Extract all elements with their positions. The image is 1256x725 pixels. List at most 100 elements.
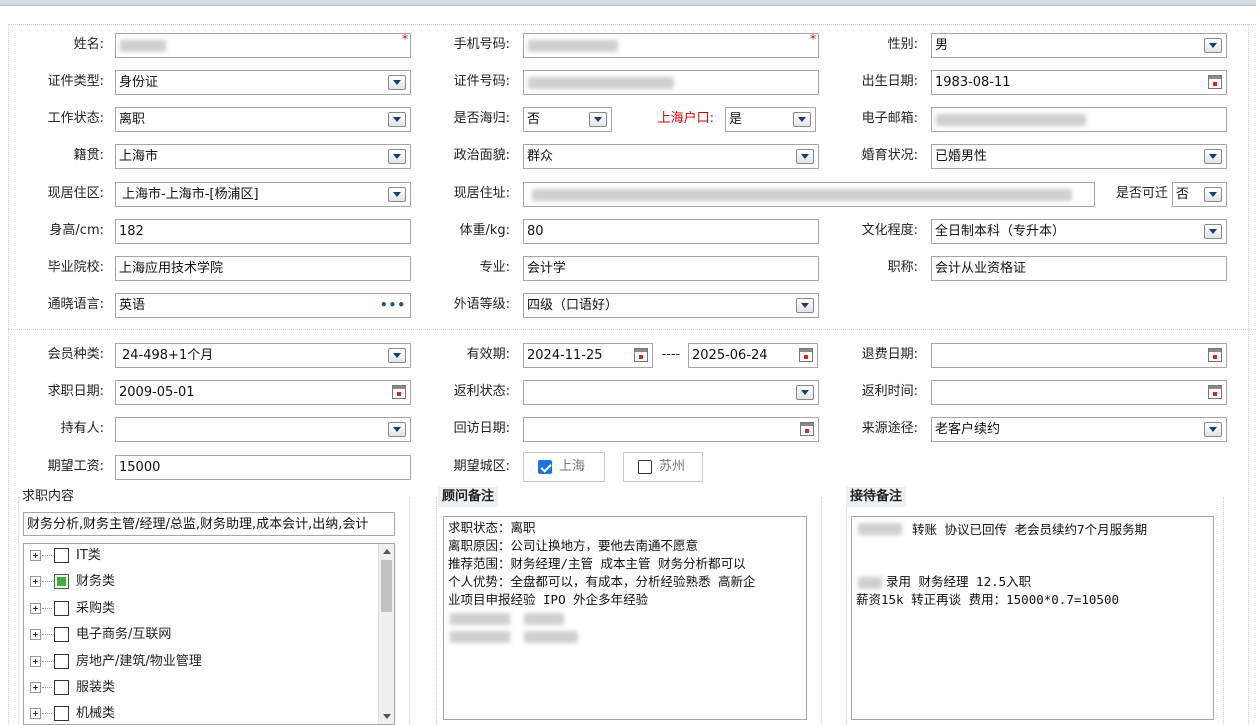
tree-expand-icon[interactable] bbox=[30, 656, 41, 667]
tree-item[interactable]: 财务类 bbox=[24, 570, 374, 596]
political-label: 政治面貌: bbox=[453, 148, 510, 163]
tree-checkbox[interactable] bbox=[54, 627, 69, 642]
tree-checkbox[interactable] bbox=[54, 706, 69, 721]
tree-expand-icon[interactable] bbox=[30, 629, 41, 640]
tree-scrollbar[interactable] bbox=[378, 544, 394, 724]
tree-checkbox[interactable] bbox=[54, 680, 69, 695]
tree-item[interactable]: 电子商务/互联网 bbox=[24, 623, 374, 649]
note-line: 转账 协议已回传 老会员续约7个月服务期 bbox=[856, 519, 1209, 545]
dropdown-arrow-icon[interactable] bbox=[589, 112, 607, 127]
rebate-status-select[interactable] bbox=[523, 380, 819, 405]
relocate-select[interactable]: 否 bbox=[1172, 182, 1227, 207]
tree-item[interactable]: 服装类 bbox=[24, 676, 374, 702]
political-select[interactable]: 群众 bbox=[523, 144, 819, 169]
consultant-notes-title: 顾问备注 bbox=[438, 487, 499, 507]
calendar-icon[interactable] bbox=[1208, 348, 1222, 362]
dropdown-arrow-icon[interactable] bbox=[1204, 149, 1222, 164]
dropdown-arrow-icon[interactable] bbox=[1204, 187, 1222, 202]
mobile-field[interactable]: * bbox=[523, 33, 819, 58]
idno-field[interactable] bbox=[523, 70, 819, 95]
tree-checkbox[interactable] bbox=[54, 601, 69, 616]
major-field[interactable]: 会计学 bbox=[523, 256, 819, 281]
tree-expand-icon[interactable] bbox=[30, 603, 41, 614]
dropdown-arrow-icon[interactable] bbox=[388, 75, 406, 90]
calendar-icon[interactable] bbox=[799, 348, 813, 362]
calendar-icon[interactable] bbox=[800, 422, 814, 436]
workstatus-select[interactable]: 离职 bbox=[115, 107, 411, 132]
height-field[interactable]: 182 bbox=[115, 219, 411, 244]
tree-expand-icon[interactable] bbox=[30, 576, 41, 587]
tree-item[interactable]: 房地产/建筑/物业管理 bbox=[24, 650, 374, 676]
shhukou-select[interactable]: 是 bbox=[725, 107, 816, 132]
tree-item[interactable]: 机械类 bbox=[24, 702, 374, 724]
dropdown-arrow-icon[interactable] bbox=[1204, 224, 1222, 239]
dropdown-arrow-icon[interactable] bbox=[388, 112, 406, 127]
dropdown-arrow-icon[interactable] bbox=[1204, 38, 1222, 53]
dropdown-arrow-icon[interactable] bbox=[1204, 422, 1222, 437]
checkbox-icon[interactable] bbox=[638, 460, 652, 474]
city-option-suzhou[interactable]: 苏州 bbox=[623, 452, 703, 482]
workstatus-label: 工作状态: bbox=[47, 111, 104, 126]
tree-expand-icon[interactable] bbox=[30, 708, 41, 719]
langlevel-select[interactable]: 四级（口语好） bbox=[523, 293, 819, 318]
tree-expand-icon[interactable] bbox=[30, 682, 41, 693]
dropdown-arrow-icon[interactable] bbox=[388, 422, 406, 437]
dropdown-arrow-icon[interactable] bbox=[388, 149, 406, 164]
tree-checkbox[interactable] bbox=[54, 548, 69, 563]
birth-date-field[interactable]: 1983-08-11 bbox=[931, 70, 1227, 95]
school-field[interactable]: 上海应用技术学院 bbox=[115, 256, 411, 281]
reception-notes-textarea[interactable]: 转账 协议已回传 老会员续约7个月服务期 录用 财务经理 12.5入职 薪资15… bbox=[851, 516, 1214, 720]
education-label: 文化程度: bbox=[861, 223, 918, 238]
residence-select[interactable]: 上海市-上海市-[杨浦区] bbox=[115, 182, 411, 207]
weight-field[interactable]: 80 bbox=[523, 219, 819, 244]
returnee-select[interactable]: 否 bbox=[523, 107, 612, 132]
visit-date-field[interactable] bbox=[523, 417, 819, 442]
tree-expand-icon[interactable] bbox=[30, 550, 41, 561]
email-field[interactable] bbox=[931, 107, 1227, 132]
scroll-thumb[interactable] bbox=[381, 560, 392, 612]
dropdown-arrow-icon[interactable] bbox=[796, 149, 814, 164]
calendar-icon[interactable] bbox=[1208, 385, 1222, 399]
job-content-summary-field[interactable]: 财务分析,财务主管/经理/总监,财务助理,成本会计,出纳,会计 bbox=[23, 512, 395, 536]
calendar-icon[interactable] bbox=[634, 348, 648, 362]
language-field[interactable]: 英语 ••• bbox=[115, 293, 411, 318]
job-category-tree[interactable]: IT类 财务类 采购类 电子商务/互联网 房地产/建筑/物业管理 服装类 机械类 bbox=[23, 543, 395, 725]
dropdown-arrow-icon[interactable] bbox=[793, 112, 811, 127]
title-field[interactable]: 会计从业资格证 bbox=[931, 256, 1227, 281]
tree-item-label: 采购类 bbox=[76, 601, 116, 616]
ellipsis-icon[interactable]: ••• bbox=[380, 299, 406, 311]
idtype-select[interactable]: 身份证 bbox=[115, 70, 411, 95]
city-option-shanghai[interactable]: 上海 bbox=[523, 452, 605, 482]
dropdown-arrow-icon[interactable] bbox=[388, 348, 406, 363]
scroll-down-icon[interactable] bbox=[383, 714, 391, 719]
dropdown-arrow-icon[interactable] bbox=[796, 385, 814, 400]
dropdown-arrow-icon[interactable] bbox=[388, 187, 406, 202]
dropdown-arrow-icon[interactable] bbox=[796, 298, 814, 313]
refund-date-field[interactable] bbox=[931, 343, 1227, 368]
consultant-notes-textarea[interactable]: 求职状态：离职 离职原因：公司让换地方，要他去南通不愿意 推荐范围：财务经理/主… bbox=[443, 516, 807, 720]
marital-select[interactable]: 已婚男性 bbox=[931, 144, 1227, 169]
valid-to-field[interactable]: 2025-06-24 bbox=[688, 343, 818, 368]
native-value: 上海市 bbox=[119, 149, 159, 164]
checkbox-checked-icon[interactable] bbox=[538, 460, 552, 474]
education-select[interactable]: 全日制本科（专升本） bbox=[931, 219, 1227, 244]
native-select[interactable]: 上海市 bbox=[115, 144, 411, 169]
tree-checkbox[interactable] bbox=[54, 654, 69, 669]
calendar-icon[interactable] bbox=[392, 385, 406, 399]
idtype-label: 证件类型: bbox=[47, 74, 104, 89]
calendar-icon[interactable] bbox=[1208, 75, 1222, 89]
source-select[interactable]: 老客户续约 bbox=[931, 417, 1227, 442]
valid-from-field[interactable]: 2024-11-25 bbox=[523, 343, 653, 368]
scroll-up-icon[interactable] bbox=[383, 549, 391, 554]
gender-select[interactable]: 男 bbox=[931, 33, 1227, 58]
holder-select[interactable] bbox=[115, 417, 411, 442]
name-field[interactable]: * bbox=[115, 33, 411, 58]
address-field[interactable] bbox=[523, 182, 1095, 207]
tree-item[interactable]: IT类 bbox=[24, 544, 374, 570]
tree-item[interactable]: 采购类 bbox=[24, 597, 374, 623]
jobdate-field[interactable]: 2009-05-01 bbox=[115, 380, 411, 405]
salary-field[interactable]: 15000 bbox=[115, 455, 411, 480]
tree-checkbox-checked[interactable] bbox=[54, 574, 69, 589]
member-type-select[interactable]: 24-498+1个月 bbox=[115, 343, 411, 368]
rebate-time-field[interactable] bbox=[931, 380, 1227, 405]
